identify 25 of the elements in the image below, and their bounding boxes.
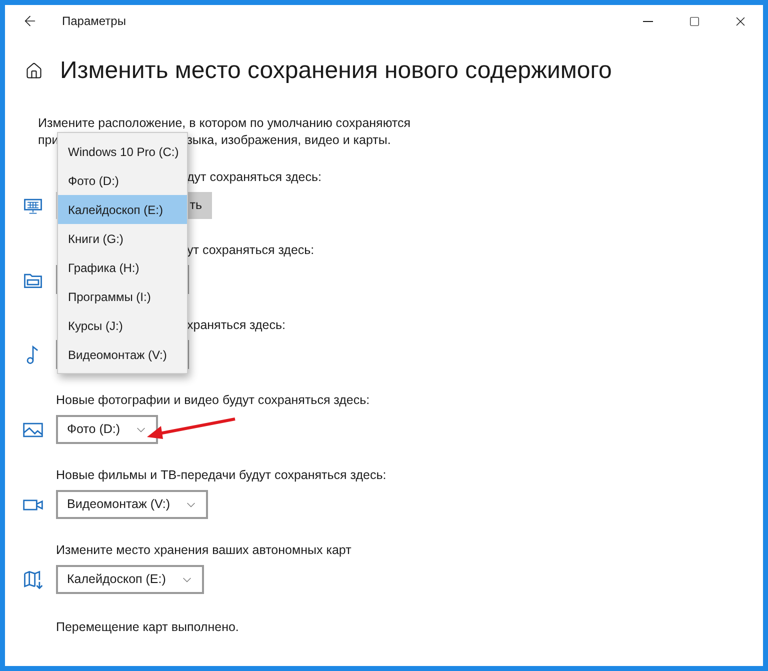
status-text: Перемещение карт выполнено. <box>56 619 240 636</box>
section-label: ут сохраняться здесь: <box>187 242 316 259</box>
maximize-icon <box>688 16 700 26</box>
menu-item[interactable]: Фото (D:) <box>58 166 187 195</box>
drive-dropdown[interactable]: Калейдоскоп (E:) <box>56 565 204 594</box>
section-label: Новые фильмы и ТВ-передачи будут сохраняться здесь: <box>56 467 388 484</box>
section-label: Новые фотографии и видео будут сохраняться здесь: <box>56 392 371 409</box>
menu-item[interactable]: Калейдоскоп (E:) <box>58 195 187 224</box>
section-label: Измените место хранения ваших автономных карт <box>56 542 352 559</box>
drive-dropdown[interactable]: Фото (D:) <box>56 415 158 444</box>
home-icon <box>25 62 43 80</box>
menu-item[interactable]: Windows 10 Pro (C:) <box>58 137 187 166</box>
menu-item[interactable]: Видеомонтаж (V:) <box>58 340 187 369</box>
description-text: зыка, изображения, видео и карты. <box>186 132 391 149</box>
menu-item[interactable]: Программы (I:) <box>58 282 187 311</box>
window-title: Параметры <box>62 13 126 30</box>
drive-dropdown[interactable]: Видеомонтаж (V:) <box>56 490 208 519</box>
menu-item[interactable]: Курсы (J:) <box>58 311 187 340</box>
menu-item[interactable]: Книги (G:) <box>58 224 187 253</box>
minimize-icon <box>643 20 653 22</box>
page-heading: Изменить место сохранения нового содержимого <box>60 56 612 86</box>
menu-item[interactable]: Графика (H:) <box>58 253 187 282</box>
map-download-icon <box>22 568 44 590</box>
section-label: храняться здесь: <box>187 317 286 334</box>
description-text: Измените расположение, в котором по умолчанию сохраняются <box>38 115 412 132</box>
